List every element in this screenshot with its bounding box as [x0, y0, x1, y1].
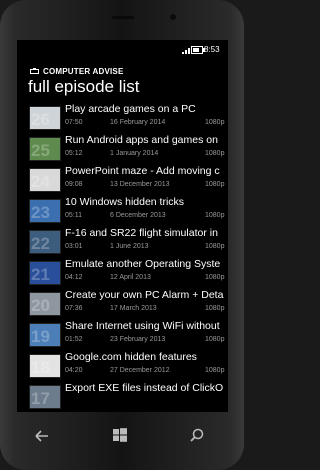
episode-number: 21 [31, 265, 50, 284]
episode-duration: 09:08 [65, 181, 83, 188]
episode-title: Share Internet using WiFi without [65, 320, 220, 332]
episode-thumbnail: 23 [29, 199, 61, 223]
list-item[interactable]: 23 10 Windows hidden tricks 05:11 6 Decembe… [17, 196, 228, 224]
episode-number: 26 [31, 110, 50, 129]
earpiece [112, 16, 134, 19]
phone-top-bezel [0, 0, 244, 42]
episode-number: 22 [31, 234, 50, 253]
episode-thumbnail: 20 [29, 292, 61, 316]
episode-title: 10 Windows hidden tricks [65, 196, 185, 208]
phone-frame: 8:53 COMPUTER ADVISE full episode list 2… [0, 0, 244, 470]
screen: 8:53 COMPUTER ADVISE full episode list 2… [17, 40, 228, 412]
episode-date: 12 April 2013 [110, 274, 151, 281]
episode-resolution: 1080p [205, 243, 225, 250]
episode-number: 19 [31, 327, 50, 346]
episode-date: 6 December 2013 [110, 212, 166, 219]
list-item[interactable]: 18 Google.com hidden features 04:20 27 Dece… [17, 351, 228, 379]
episode-title: F-16 and SR22 flight simulator in [65, 227, 218, 239]
episode-number: 20 [31, 296, 50, 315]
episode-resolution: 1080p [205, 336, 225, 343]
episode-title: Google.com hidden features [65, 351, 197, 363]
episode-resolution: 1080p [205, 212, 225, 219]
episode-thumbnail: 21 [29, 261, 61, 285]
list-item[interactable]: 21 Emulate another Operating Syste 04:12 12… [17, 258, 228, 286]
list-item[interactable]: 26 Play arcade games on a PC 07:50 16 Febru… [17, 103, 228, 131]
episode-thumbnail: 17 [29, 385, 61, 409]
episode-duration: 04:20 [65, 367, 83, 374]
episode-title: Export EXE files instead of ClickO [65, 382, 224, 394]
list-item[interactable]: 20 Create your own PC Alarm + Deta 07:36 17… [17, 289, 228, 317]
battery-icon [191, 46, 205, 54]
episode-duration: 05:11 [65, 212, 82, 219]
episode-number: 18 [31, 358, 50, 377]
episode-thumbnail: 26 [29, 106, 61, 130]
search-icon[interactable] [187, 426, 207, 446]
episode-thumbnail: 24 [29, 168, 61, 192]
episode-number: 25 [31, 141, 50, 160]
episode-duration: 07:36 [65, 305, 83, 312]
episode-resolution: 1080p [205, 305, 225, 312]
list-item[interactable]: 24 PowerPoint maze - Add moving c 09:08 13 … [17, 165, 228, 193]
list-item[interactable]: 19 Share Internet using WiFi without 01:52… [17, 320, 228, 348]
episode-resolution: 1080p [205, 274, 225, 281]
episode-title: Emulate another Operating Syste [65, 258, 221, 270]
episode-thumbnail: 18 [29, 354, 61, 378]
app-name-label: COMPUTER ADVISE [43, 67, 124, 76]
episode-thumbnail: 25 [29, 137, 61, 161]
episode-resolution: 1080p [205, 367, 225, 374]
back-icon[interactable] [30, 426, 54, 446]
page-title: full episode list [28, 77, 140, 96]
episode-thumbnail: 19 [29, 323, 61, 347]
episode-date: 16 February 2014 [110, 119, 166, 126]
episode-number: 24 [31, 172, 50, 191]
front-camera [170, 14, 176, 20]
episode-date: 23 February 2013 [110, 336, 166, 343]
episode-resolution: 1080p [205, 119, 225, 126]
app-icon [30, 68, 39, 74]
list-item[interactable]: 22 F-16 and SR22 flight simulator in 03:01… [17, 227, 228, 255]
episode-title: Play arcade games on a PC [65, 103, 196, 115]
episode-duration: 03:01 [65, 243, 83, 250]
windows-start-icon[interactable] [112, 427, 128, 443]
episode-duration: 01:52 [65, 336, 83, 343]
episode-list[interactable]: 26 Play arcade games on a PC 07:50 16 Febru… [17, 103, 228, 412]
episode-title: Run Android apps and games on [65, 134, 218, 146]
episode-number: 17 [31, 389, 50, 408]
episode-date: 27 December 2012 [110, 367, 170, 374]
hardware-nav-bar [0, 418, 244, 458]
list-item[interactable]: 25 Run Android apps and games on 05:12 1 Ja… [17, 134, 228, 162]
episode-number: 23 [31, 203, 50, 222]
status-time: 8:53 [204, 45, 220, 54]
episode-title: PowerPoint maze - Add moving c [65, 165, 220, 177]
status-bar: 8:53 [17, 40, 228, 60]
episode-title: Create your own PC Alarm + Deta [65, 289, 224, 301]
episode-date: 17 March 2013 [110, 305, 157, 312]
episode-duration: 07:50 [65, 119, 83, 126]
list-item[interactable]: 17 Export EXE files instead of ClickO [17, 382, 228, 410]
episode-date: 1 January 2014 [110, 150, 159, 157]
episode-thumbnail: 22 [29, 230, 61, 254]
episode-duration: 05:12 [65, 150, 83, 157]
episode-date: 13 December 2013 [110, 181, 170, 188]
episode-resolution: 1080p [205, 181, 225, 188]
episode-date: 1 June 2013 [110, 243, 149, 250]
episode-duration: 04:12 [65, 274, 83, 281]
episode-resolution: 1080p [205, 150, 225, 157]
